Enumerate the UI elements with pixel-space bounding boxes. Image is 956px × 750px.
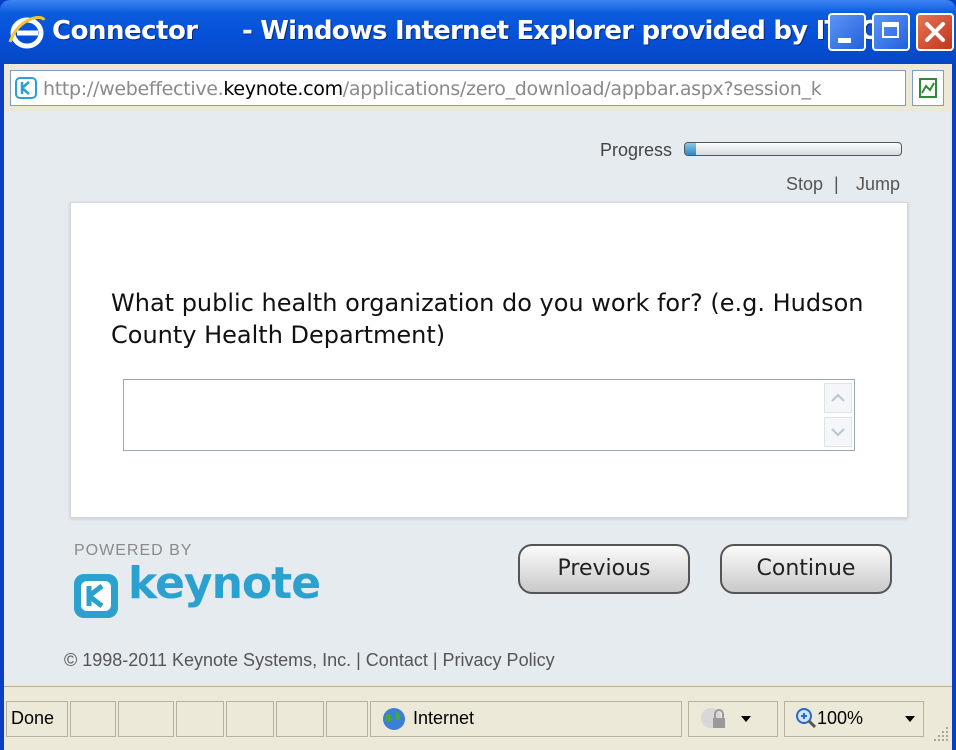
minimize-button[interactable] <box>828 13 866 51</box>
question-text: What public health organization do you w… <box>111 289 864 349</box>
status-bar: Done Internet 100% <box>4 686 952 747</box>
status-panel <box>226 701 274 737</box>
close-icon <box>925 22 945 42</box>
progress-label: Progress <box>600 140 673 160</box>
internet-explorer-icon <box>8 16 46 49</box>
answer-input[interactable] <box>124 380 820 450</box>
footer: © 1998-2011 Keynote Systems, Inc. | Cont… <box>64 650 555 671</box>
footer-separator: | <box>356 650 366 670</box>
zoom-label: 100% <box>817 708 864 728</box>
zoom-icon <box>796 708 817 729</box>
protected-mode-button[interactable] <box>688 701 778 737</box>
progress-bar-fill <box>685 143 696 155</box>
title-bar: Connector - Windows Internet Explorer pr… <box>0 0 956 64</box>
globe-icon <box>383 708 405 730</box>
url-prefix: http://webeffective. <box>43 78 224 100</box>
url-suffix: /applications/zero_download/appbar.aspx?… <box>342 78 822 100</box>
chevron-down-icon <box>831 428 845 437</box>
link-separator: | <box>834 174 839 194</box>
window-title: - Windows Internet Explorer provided by … <box>242 16 881 46</box>
zoom-control[interactable]: 100% <box>784 701 924 737</box>
address-bar[interactable]: http://webeffective.keynote.com/applicat… <box>10 70 906 106</box>
question-card: What public health organization do you w… <box>70 202 908 518</box>
lock-icon <box>701 708 725 728</box>
continue-button[interactable]: Continue <box>720 544 892 594</box>
keynote-favicon-icon <box>15 77 37 99</box>
previous-button[interactable]: Previous <box>518 544 690 594</box>
close-button[interactable] <box>916 13 954 51</box>
window-title-app: Connector <box>52 16 198 46</box>
security-zone[interactable]: Internet <box>370 701 682 737</box>
status-text: Done <box>6 701 68 737</box>
status-panel <box>118 701 174 737</box>
contact-link[interactable]: Contact <box>366 650 428 670</box>
footer-separator: | <box>432 650 443 670</box>
zone-label: Internet <box>413 708 475 728</box>
scroll-down-button[interactable] <box>824 417 852 447</box>
page-report-button[interactable] <box>912 70 944 106</box>
status-panel <box>276 701 324 737</box>
resize-grip-icon[interactable] <box>930 723 950 743</box>
jump-link[interactable]: Jump <box>856 174 900 195</box>
status-panel <box>176 701 224 737</box>
url-domain: keynote.com <box>223 78 343 100</box>
copyright-text: © 1998-2011 Keynote Systems, Inc. <box>64 650 352 670</box>
brand-name: keynote <box>128 558 321 609</box>
maximize-button[interactable] <box>872 13 910 51</box>
chevron-down-icon <box>741 716 751 722</box>
report-icon <box>919 78 937 98</box>
privacy-policy-link[interactable]: Privacy Policy <box>443 650 555 670</box>
chevron-up-icon <box>831 393 845 402</box>
stop-link[interactable]: Stop <box>786 174 823 195</box>
survey-page: Progress Stop | Jump What public health … <box>4 112 952 684</box>
progress-bar <box>684 142 902 156</box>
chevron-down-icon <box>905 716 915 722</box>
address-url[interactable]: http://webeffective.keynote.com/applicat… <box>43 78 903 100</box>
status-panel <box>326 701 368 737</box>
status-panel <box>70 701 116 737</box>
scroll-up-button[interactable] <box>824 383 852 413</box>
answer-box[interactable] <box>123 379 855 451</box>
